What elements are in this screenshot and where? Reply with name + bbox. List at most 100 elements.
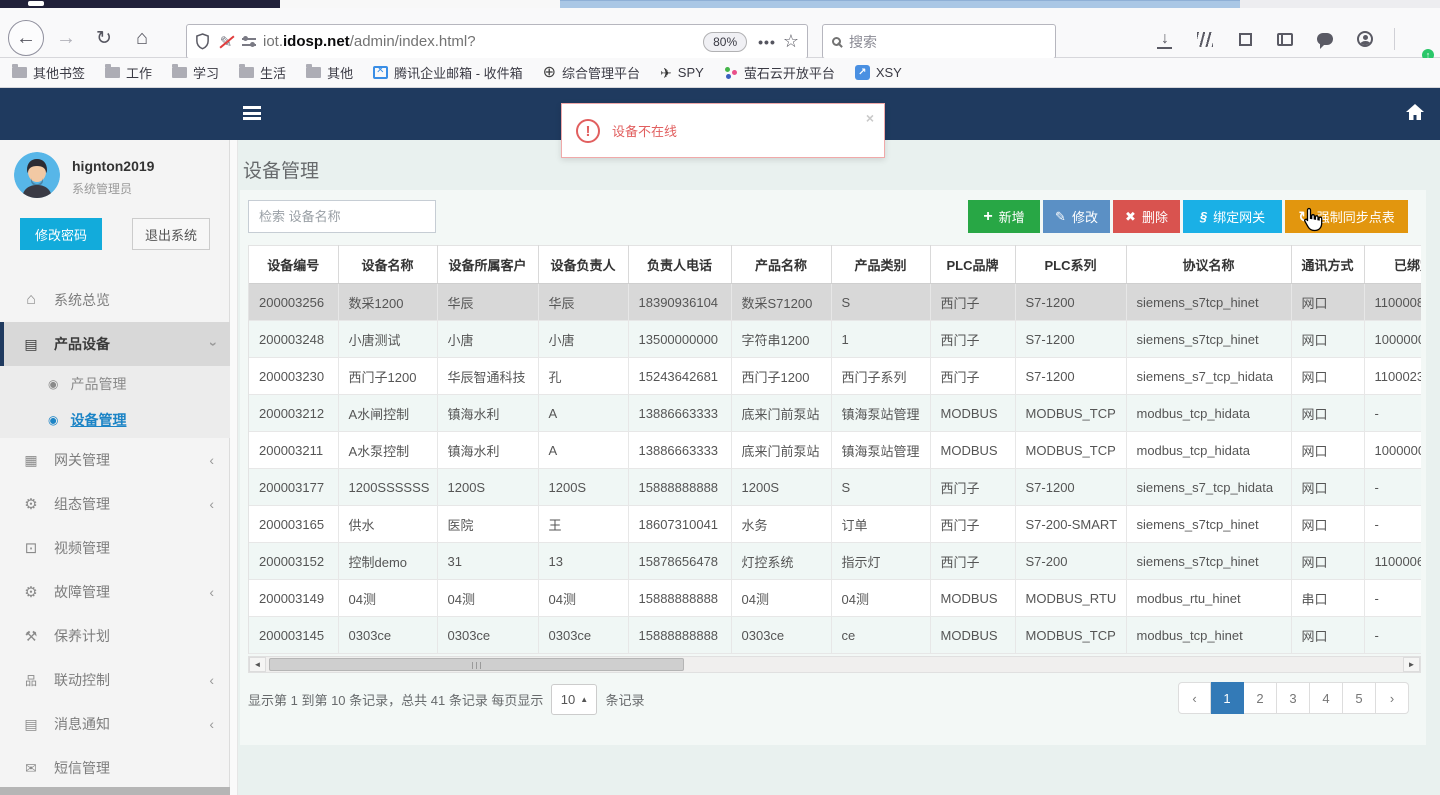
messenger-icon[interactable] xyxy=(1310,24,1340,54)
bookmark-folder-work[interactable]: 工作 xyxy=(105,63,152,82)
zoom-level-badge[interactable]: 80% xyxy=(703,31,748,52)
add-button[interactable]: 新增 xyxy=(968,200,1040,233)
page-button-5[interactable]: 5 xyxy=(1343,682,1376,714)
delete-button[interactable]: 删除 xyxy=(1113,200,1180,233)
table-cell: 1000000 xyxy=(1364,320,1421,358)
table-cell: 小唐 xyxy=(538,320,629,358)
sidebar-item-fault-management[interactable]: 故障管理‹ xyxy=(0,570,230,614)
table-cell: S7-1200 xyxy=(1015,283,1127,321)
next-page-button[interactable]: › xyxy=(1376,682,1409,714)
permissions-icon[interactable] xyxy=(242,35,256,48)
table-cell: ce xyxy=(831,616,931,654)
bookmark-folder-misc[interactable]: 其他 xyxy=(306,63,353,82)
bookmark-tencent-mail[interactable]: 腾讯企业邮箱 - 收件箱 xyxy=(373,63,523,82)
alert-close-icon[interactable]: × xyxy=(866,110,874,126)
browser-active-tab-edge[interactable] xyxy=(560,0,1240,8)
table-cell: 04测 xyxy=(731,579,832,617)
logout-button[interactable]: 退出系统 xyxy=(132,218,210,250)
sidebar-toggle-icon[interactable] xyxy=(1270,24,1300,54)
horizontal-scrollbar[interactable]: ◄ ► xyxy=(248,656,1421,673)
table-row[interactable]: 200003165 供水 医院王 18607310041 水务 订单 西门子 S7-200-S… xyxy=(249,505,1421,543)
prev-page-button[interactable]: ‹ xyxy=(1178,682,1211,714)
blocked-content-icon[interactable] xyxy=(217,33,235,51)
url-bar[interactable]: iot.idosp.net/admin/index.html? 80% ••• … xyxy=(186,24,808,59)
sidebar-item-linkage-control[interactable]: 联动控制‹ xyxy=(0,658,230,702)
scrollbar-grip-icon xyxy=(471,662,482,669)
table-cell: 华辰智通科技 xyxy=(437,357,539,395)
table-cell: MODBUS_RTU xyxy=(1015,579,1127,617)
table-row[interactable]: 200003256 数采1200 华辰 华辰 18390936104 数采S71200 S 西… xyxy=(249,283,1421,321)
url-text[interactable]: iot.idosp.net/admin/index.html? xyxy=(263,33,696,50)
scroll-left-arrow-icon[interactable]: ◄ xyxy=(249,657,266,672)
sidebar-item-product-management[interactable]: 产品管理 xyxy=(0,366,230,402)
table-row[interactable]: 200003177 1200SSSSSS 1200S 1200S 15888888888… xyxy=(249,468,1421,506)
screenshot-icon[interactable] xyxy=(1230,24,1260,54)
downloads-icon[interactable]: ↓ xyxy=(1150,24,1180,54)
page-size-select[interactable]: 10 ▲ xyxy=(551,683,598,715)
device-search-input[interactable] xyxy=(248,200,436,233)
bookmark-folder-study[interactable]: 学习 xyxy=(172,63,219,82)
column-header[interactable]: 设备编号 xyxy=(249,245,339,284)
browser-home-button[interactable]: ⌂ xyxy=(128,24,156,52)
page-actions-icon[interactable]: ••• xyxy=(758,34,776,50)
sidebar-scroll-strip[interactable] xyxy=(230,140,238,795)
table-cell: A水泵控制 xyxy=(338,431,438,469)
page-button-3[interactable]: 3 xyxy=(1277,682,1310,714)
scrollbar-thumb[interactable] xyxy=(269,658,684,671)
scroll-right-arrow-icon[interactable]: ► xyxy=(1403,657,1420,672)
bookmark-admin-platform[interactable]: ⊕ 综合管理平台 xyxy=(543,63,640,82)
back-button[interactable]: ← xyxy=(8,20,44,56)
column-header[interactable]: 协议名称 xyxy=(1126,245,1292,284)
table-row[interactable]: 200003149 04测 04测 04测 15888888888 04测 04测 MODBU… xyxy=(249,579,1421,617)
table-row[interactable]: 200003211 A水泵控制 镇海水利 A 13886663333 底来门前泵站 镇海泵站… xyxy=(249,431,1421,469)
column-header[interactable]: 已绑定网关 xyxy=(1364,245,1421,284)
bookmark-spy[interactable]: ✈ SPY xyxy=(660,65,704,80)
library-icon[interactable] xyxy=(1190,24,1220,54)
table-row[interactable]: 200003145 0303ce 0303ce 0303ce 15888888888 03… xyxy=(249,616,1421,654)
column-header[interactable]: 设备负责人 xyxy=(538,245,629,284)
bookmark-folder-other[interactable]: 其他书签 xyxy=(12,63,85,82)
column-header[interactable]: 负责人电话 xyxy=(628,245,732,284)
avatar[interactable] xyxy=(14,152,60,198)
sidebar-item-maintenance-plan[interactable]: 保养计划 xyxy=(0,614,230,658)
sidebar-item-video-management[interactable]: 视频管理 xyxy=(0,526,230,570)
column-header[interactable]: PLC品牌 xyxy=(930,245,1016,284)
bookmark-folder-life[interactable]: 生活 xyxy=(239,63,286,82)
column-header[interactable]: 通讯方式 xyxy=(1291,245,1365,284)
page-button-1[interactable]: 1 xyxy=(1211,682,1244,714)
bookmark-ezviz[interactable]: 萤石云开放平台 xyxy=(724,63,835,82)
column-header[interactable]: 产品名称 xyxy=(731,245,832,284)
change-password-button[interactable]: 修改密码 xyxy=(20,218,102,250)
edit-button[interactable]: 修改 xyxy=(1043,200,1110,233)
sidebar-collapse-icon[interactable] xyxy=(243,106,261,120)
table-row[interactable]: 200003212 A水闸控制 镇海水利 A 13886663333 底来门前泵站 镇海泵站… xyxy=(249,394,1421,432)
sidebar-item-sms-management[interactable]: 短信管理 xyxy=(0,746,230,790)
account-icon[interactable] xyxy=(1350,24,1380,54)
browser-search-input[interactable] xyxy=(849,33,1046,50)
bookmark-star-icon[interactable]: ☆ xyxy=(783,31,799,52)
page-button-4[interactable]: 4 xyxy=(1310,682,1343,714)
table-row[interactable]: 200003152 控制demo 31 13 15878656478 灯控系统 指示灯 西门子… xyxy=(249,542,1421,580)
sidebar-item-system-overview[interactable]: 系统总览 xyxy=(0,278,230,322)
column-header[interactable]: 产品类别 xyxy=(831,245,931,284)
forward-button[interactable]: → xyxy=(52,26,80,50)
sidebar-item-device-management[interactable]: 设备管理 xyxy=(0,402,230,438)
alert-message: 设备不在线 xyxy=(612,124,678,139)
reload-button[interactable]: ↻ xyxy=(90,24,118,52)
table-row[interactable]: 200003230 西门子1200 华辰智通科技孔 15243642681 西门子120… xyxy=(249,357,1421,395)
sidebar-item-gateway-management[interactable]: 网关管理‹ xyxy=(0,438,230,482)
shield-icon[interactable] xyxy=(195,33,210,50)
column-header[interactable]: PLC系列 xyxy=(1015,245,1127,284)
bookmark-xsy[interactable]: ↗ XSY xyxy=(854,65,902,80)
sidebar-item-message-notification[interactable]: 消息通知‹ xyxy=(0,702,230,746)
browser-search-box[interactable] xyxy=(822,24,1056,59)
sidebar-item-configuration-management[interactable]: 组态管理‹ xyxy=(0,482,230,526)
bind-gateway-button[interactable]: 绑定网关 xyxy=(1183,200,1282,233)
page-button-2[interactable]: 2 xyxy=(1244,682,1277,714)
sidebar-item-product-device[interactable]: 产品设备‹ xyxy=(0,322,230,366)
sidebar-bottom-scrollbar[interactable] xyxy=(0,787,230,795)
table-row[interactable]: 200003248 小唐测试 小唐 小唐 13500000000 字符串1200 1 西门子 S… xyxy=(249,320,1421,358)
column-header[interactable]: 设备名称 xyxy=(338,245,438,284)
column-header[interactable]: 设备所属客户 xyxy=(437,245,539,284)
app-home-icon[interactable] xyxy=(1404,101,1426,123)
